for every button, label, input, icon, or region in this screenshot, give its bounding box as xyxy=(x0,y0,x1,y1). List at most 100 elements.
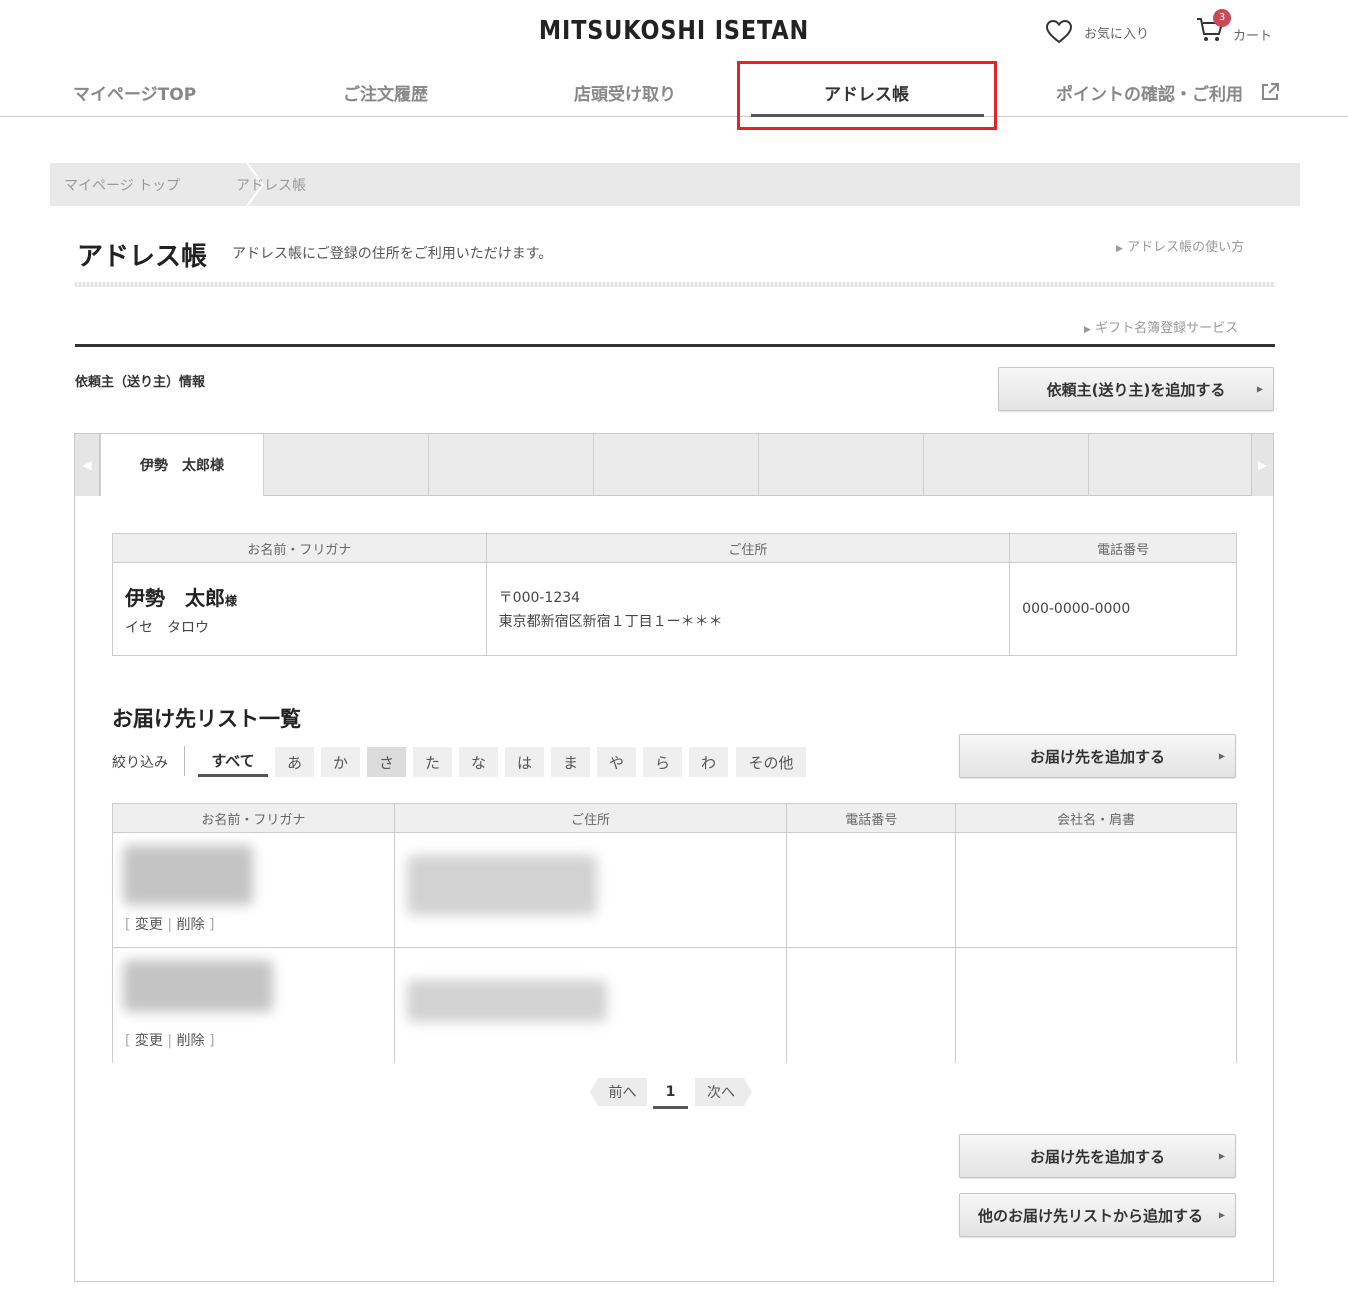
sender-honorific: 様 xyxy=(225,593,238,608)
sender-tab-empty[interactable] xyxy=(1088,434,1251,496)
cart-link[interactable]: 3 カート xyxy=(1195,9,1272,48)
gift-registry-link[interactable]: ▶ ギフト名簿登録サービス xyxy=(1084,317,1238,336)
tab-store-pickup[interactable]: 店頭受け取り xyxy=(574,80,676,105)
filter-sa[interactable]: さ xyxy=(367,747,406,777)
gift-link-label: ギフト名簿登録サービス xyxy=(1095,321,1239,336)
recipient-company-cell xyxy=(955,832,1237,948)
filter-ka[interactable]: か xyxy=(321,747,360,777)
recipient-company-cell xyxy=(955,947,1237,1063)
sender-address-cell: 〒000-1234 東京都新宿区新宿１丁目１ー＊＊＊ xyxy=(485,562,1011,656)
heart-icon xyxy=(1046,20,1072,44)
add-sender-button[interactable]: 依頼主(送り主)を追加する ▶ xyxy=(998,367,1274,411)
filter-a[interactable]: あ xyxy=(275,747,314,777)
sender-kana: イセ タロウ xyxy=(125,619,209,636)
favorites-link[interactable]: お気に入り xyxy=(1046,20,1149,44)
triangle-right-icon: ▶ xyxy=(1218,1210,1225,1220)
delete-link[interactable]: 削除 xyxy=(177,1033,205,1049)
breadcrumb-current: アドレス帳 xyxy=(236,178,306,194)
row-actions: [ 変更 | 削除 ] xyxy=(125,917,215,933)
add-delivery-label: お届け先を追加する xyxy=(1029,747,1165,766)
filter-wa[interactable]: わ xyxy=(689,747,728,777)
table-row: [ 変更 | 削除 ] xyxy=(112,832,1237,948)
triangle-right-icon: ▶ xyxy=(1218,1151,1225,1161)
sender-tab-empty[interactable] xyxy=(263,434,428,496)
breadcrumb-mypage-top[interactable]: マイページ トップ xyxy=(64,175,180,195)
filter-ta[interactable]: た xyxy=(413,747,452,777)
column-header: 電話番号 xyxy=(786,803,957,833)
recipient-name-cell: [ 変更 | 削除 ] xyxy=(112,947,395,1063)
sender-tab-label: 伊勢 太郎様 xyxy=(140,458,224,474)
pager-next[interactable]: 次へ xyxy=(695,1078,747,1106)
column-header: 電話番号 xyxy=(1009,533,1237,563)
filter-ra[interactable]: ら xyxy=(643,747,682,777)
edit-link[interactable]: 変更 xyxy=(135,1033,163,1049)
filter-label: 絞り込み xyxy=(112,755,168,771)
sender-address: 東京都新宿区新宿１丁目１ー＊＊＊ xyxy=(498,614,723,630)
filter-ma[interactable]: ま xyxy=(551,747,590,777)
filter-other[interactable]: その他 xyxy=(736,747,806,777)
tab-order-history[interactable]: ご注文履歴 xyxy=(343,80,428,105)
bottom-add-delivery-label: お届け先を追加する xyxy=(1029,1147,1165,1166)
sender-name-cell: 伊勢 太郎様 イセ タロウ xyxy=(112,562,487,656)
highlight-box xyxy=(737,61,997,130)
column-header: 会社名・肩書 xyxy=(955,803,1237,833)
tab-prev-arrow[interactable]: ◀ xyxy=(75,434,100,496)
title-divider xyxy=(75,282,1275,287)
sender-section-label: 依頼主（送り主）情報 xyxy=(75,375,206,390)
column-header: ご住所 xyxy=(393,803,788,833)
tab-points-label: ポイントの確認・ご利用 xyxy=(1056,85,1243,105)
blurred-name xyxy=(123,845,253,905)
delivery-list-table: お名前・フリガナ ご住所 電話番号 会社名・肩書 [ 変更 | 削除 ] [ 変… xyxy=(112,803,1237,1063)
main-nav: マイページTOP ご注文履歴 店頭受け取り アドレス帳 ポイントの確認・ご利用 xyxy=(0,60,1348,117)
row-actions: [ 変更 | 削除 ] xyxy=(125,1032,215,1049)
pager-current-page[interactable]: 1 xyxy=(653,1078,688,1109)
section-divider xyxy=(75,344,1275,347)
favorites-label: お気に入り xyxy=(1084,26,1150,42)
delete-link[interactable]: 削除 xyxy=(177,917,205,933)
recipient-address-cell xyxy=(393,947,788,1063)
page-description: アドレス帳にご登録の住所をご利用いただけます。 xyxy=(232,246,553,262)
help-link-label: アドレス帳の使い方 xyxy=(1127,240,1245,255)
triangle-right-icon: ▶ xyxy=(1116,244,1123,254)
sender-info-table: お名前・フリガナ ご住所 電話番号 伊勢 太郎様 イセ タロウ 〒000-123… xyxy=(112,533,1237,656)
chevron-right-icon: ▶ xyxy=(1257,458,1268,472)
external-link-icon xyxy=(1262,83,1279,100)
filter-ya[interactable]: や xyxy=(597,747,636,777)
sender-tab-empty[interactable] xyxy=(428,434,593,496)
edit-link[interactable]: 変更 xyxy=(135,917,163,933)
recipient-phone-cell xyxy=(786,832,957,948)
sender-tab-empty[interactable] xyxy=(593,434,758,496)
tab-mypage-top[interactable]: マイページTOP xyxy=(73,80,196,105)
breadcrumb: マイページ トップ アドレス帳 xyxy=(50,163,1300,206)
sender-tab-empty[interactable] xyxy=(923,434,1088,496)
column-header: お名前・フリガナ xyxy=(112,533,487,563)
column-header: ご住所 xyxy=(485,533,1011,563)
filter-na[interactable]: な xyxy=(459,747,498,777)
add-delivery-button[interactable]: お届け先を追加する ▶ xyxy=(959,734,1236,778)
table-row: [ 変更 | 削除 ] xyxy=(112,947,1237,1063)
triangle-right-icon: ▶ xyxy=(1084,325,1091,335)
sender-tab-empty[interactable] xyxy=(758,434,923,496)
recipient-name-cell: [ 変更 | 削除 ] xyxy=(112,832,395,948)
sender-phone: 000-0000-0000 xyxy=(1022,601,1131,617)
blurred-address xyxy=(406,980,607,1022)
recipient-address-cell xyxy=(393,832,788,948)
page-title: アドレス帳 xyxy=(77,242,208,272)
sender-name: 伊勢 太郎 xyxy=(125,585,225,610)
tab-next-arrow[interactable]: ▶ xyxy=(1251,434,1273,496)
cart-count-badge: 3 xyxy=(1213,9,1231,27)
sender-tab-ise[interactable]: 伊勢 太郎様 xyxy=(100,434,263,496)
add-from-other-list-button[interactable]: 他のお届け先リストから追加する ▶ xyxy=(959,1193,1236,1237)
tab-points[interactable]: ポイントの確認・ご利用 xyxy=(1056,80,1243,105)
help-link[interactable]: ▶ アドレス帳の使い方 xyxy=(1116,236,1244,255)
sender-tabs: ◀ 伊勢 太郎様 ▶ xyxy=(75,434,1273,496)
column-header: お名前・フリガナ xyxy=(112,803,395,833)
bottom-add-delivery-button[interactable]: お届け先を追加する ▶ xyxy=(959,1134,1236,1178)
blurred-name xyxy=(123,960,273,1012)
filter-ha[interactable]: は xyxy=(505,747,544,777)
pager-prev[interactable]: 前へ xyxy=(598,1078,647,1106)
triangle-right-icon: ▶ xyxy=(1256,384,1263,394)
recipient-phone-cell xyxy=(786,947,957,1063)
delivery-list-title: お届け先リスト一覧 xyxy=(112,707,301,731)
filter-all[interactable]: すべて xyxy=(198,747,268,777)
